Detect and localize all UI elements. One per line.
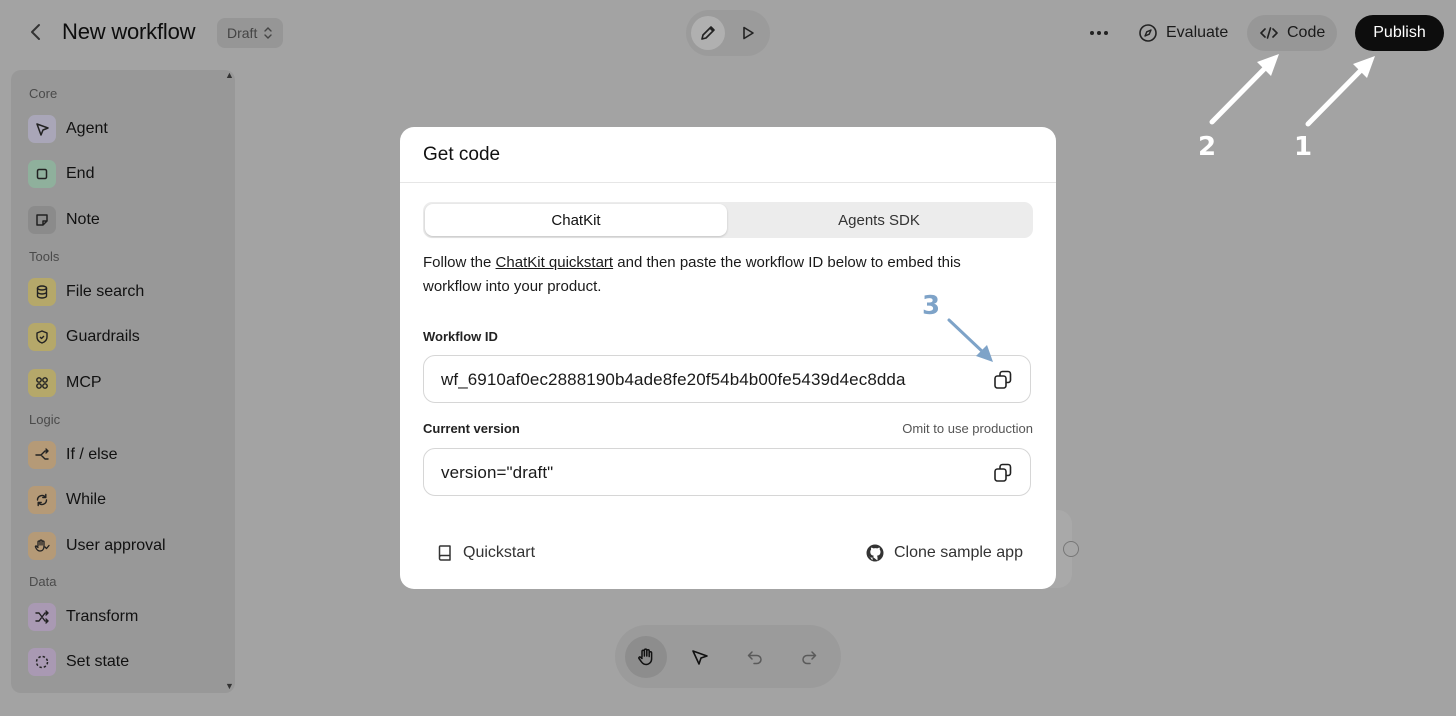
evaluate-button[interactable]: Evaluate bbox=[1132, 16, 1234, 50]
sidebar-item-while[interactable]: While bbox=[28, 485, 106, 515]
annotation-step-3: 3 bbox=[922, 291, 941, 321]
edit-mode-button[interactable] bbox=[691, 16, 725, 50]
tab-agents-sdk[interactable]: Agents SDK bbox=[727, 204, 1031, 236]
stop-icon bbox=[28, 160, 56, 188]
preview-mode-button[interactable] bbox=[731, 16, 765, 50]
workflow-id-field[interactable]: wf_6910af0ec2888190b4ade8fe20f54b4b00fe5… bbox=[423, 355, 1031, 403]
sidebar-section-title: Tools bbox=[29, 249, 60, 264]
copy-icon[interactable] bbox=[992, 369, 1014, 391]
chevron-updown-icon bbox=[263, 26, 273, 40]
code-button[interactable]: Code bbox=[1247, 15, 1338, 51]
sidebar-item-label: If / else bbox=[66, 446, 118, 463]
hand-approve-icon bbox=[28, 532, 56, 560]
compass-icon bbox=[1138, 23, 1158, 43]
note-icon bbox=[28, 206, 56, 234]
arrow-to-copy-icon bbox=[947, 318, 993, 362]
sidebar-item-agent[interactable]: Agent bbox=[28, 114, 108, 144]
agent-icon bbox=[28, 115, 56, 143]
publish-button[interactable]: Publish bbox=[1355, 15, 1444, 51]
tab-chatkit[interactable]: ChatKit bbox=[425, 204, 727, 236]
database-icon bbox=[28, 278, 56, 306]
workflow-id-label: Workflow ID bbox=[423, 329, 498, 344]
book-icon bbox=[436, 544, 454, 562]
pan-tool-button[interactable] bbox=[625, 636, 667, 678]
shuffle-icon bbox=[28, 603, 56, 631]
workflow-id-value: wf_6910af0ec2888190b4ade8fe20f54b4b00fe5… bbox=[441, 370, 906, 389]
sidebar-item-end[interactable]: End bbox=[28, 159, 94, 189]
current-version-label: Current version bbox=[423, 421, 520, 436]
sidebar-item-note[interactable]: Note bbox=[28, 205, 100, 235]
dialog-title: Get code bbox=[423, 144, 501, 165]
sidebar-item-file-search[interactable]: File search bbox=[28, 277, 144, 307]
divider bbox=[400, 182, 1056, 183]
code-tabs: ChatKit Agents SDK bbox=[423, 202, 1033, 238]
shield-icon bbox=[28, 323, 56, 351]
sidebar-item-if-else[interactable]: If / else bbox=[28, 440, 118, 470]
redo-button[interactable] bbox=[788, 636, 830, 678]
sidebar-item-label: Note bbox=[66, 211, 100, 228]
canvas-toolbar bbox=[615, 625, 841, 688]
sidebar-item-label: User approval bbox=[66, 537, 166, 554]
sidebar-item-label: MCP bbox=[66, 374, 102, 391]
undo-button[interactable] bbox=[734, 636, 776, 678]
evaluate-label: Evaluate bbox=[1166, 24, 1229, 41]
clone-sample-app-label: Clone sample app bbox=[894, 544, 1023, 561]
more-options-icon[interactable] bbox=[1086, 20, 1112, 46]
sidebar-section-title: Core bbox=[29, 86, 58, 101]
scroll-up-arrow-icon[interactable]: ▲ bbox=[225, 70, 234, 80]
annotation-step-1: 1 bbox=[1294, 132, 1313, 162]
sidebar-section-title: Data bbox=[29, 574, 57, 589]
sidebar-item-label: Set state bbox=[66, 653, 130, 670]
loop-icon bbox=[28, 486, 56, 514]
description-text: Follow the bbox=[423, 254, 496, 271]
code-label: Code bbox=[1287, 24, 1326, 41]
hand-icon bbox=[636, 647, 656, 667]
arrow-to-code-icon bbox=[1209, 54, 1279, 125]
current-version-field[interactable]: version="draft" bbox=[423, 448, 1031, 496]
branch-icon bbox=[28, 441, 56, 469]
back-chevron-icon[interactable] bbox=[24, 20, 48, 44]
copy-icon[interactable] bbox=[992, 462, 1014, 484]
version-select[interactable]: Draft bbox=[217, 18, 284, 48]
sidebar-item-transform[interactable]: Transform bbox=[28, 602, 138, 632]
redo-icon bbox=[799, 647, 819, 667]
status-badge: Draft bbox=[227, 25, 258, 41]
sidebar-item-label: Transform bbox=[66, 608, 139, 625]
annotation-step-2: 2 bbox=[1198, 132, 1217, 162]
chatkit-quickstart-link[interactable]: ChatKit quickstart bbox=[496, 254, 614, 271]
page-title: New workflow bbox=[62, 19, 196, 44]
sidebar-item-guardrails[interactable]: Guardrails bbox=[28, 322, 140, 352]
select-tool-button[interactable] bbox=[679, 636, 721, 678]
mode-switcher bbox=[686, 10, 770, 56]
quickstart-link[interactable]: Quickstart bbox=[436, 541, 535, 565]
scroll-down-arrow-icon[interactable]: ▼ bbox=[225, 681, 234, 691]
code-brackets-icon bbox=[1259, 25, 1279, 41]
quickstart-label: Quickstart bbox=[463, 544, 536, 561]
sidebar-item-label: Agent bbox=[66, 120, 108, 137]
current-version-value: version="draft" bbox=[441, 463, 554, 482]
sidebar-item-label: Guardrails bbox=[66, 328, 140, 345]
arrow-to-publish-icon bbox=[1305, 56, 1375, 127]
sidebar-item-label: File search bbox=[66, 283, 145, 300]
clone-sample-app-link[interactable]: Clone sample app bbox=[865, 541, 1023, 565]
sidebar-item-mcp[interactable]: MCP bbox=[28, 368, 102, 398]
undo-icon bbox=[745, 647, 765, 667]
node-connector-handle[interactable] bbox=[1063, 541, 1079, 557]
dashed-circle-icon bbox=[28, 648, 56, 676]
mcp-icon bbox=[28, 369, 56, 397]
sidebar-item-label: End bbox=[66, 165, 95, 182]
current-version-hint: Omit to use production bbox=[902, 421, 1033, 436]
sidebar-item-label: While bbox=[66, 491, 107, 508]
pointer-icon bbox=[690, 647, 710, 667]
play-icon bbox=[740, 25, 756, 41]
pencil-icon bbox=[699, 24, 717, 42]
sidebar-item-user-approval[interactable]: User approval bbox=[28, 531, 166, 561]
sidebar-section-title: Logic bbox=[29, 412, 61, 427]
sidebar-item-set-state[interactable]: Set state bbox=[28, 647, 129, 677]
annotation-arrows bbox=[1209, 54, 1375, 127]
github-icon bbox=[865, 543, 885, 563]
